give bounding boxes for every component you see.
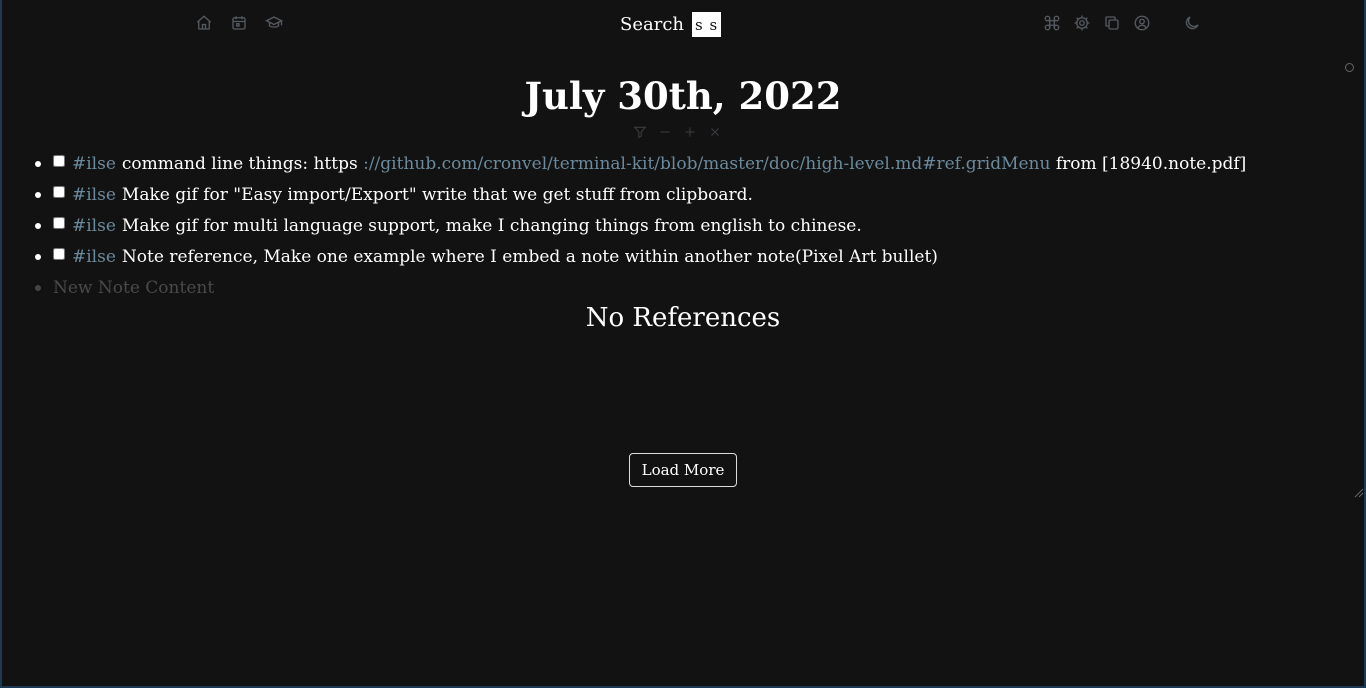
bullet[interactable]	[35, 222, 41, 229]
command-icon[interactable]	[1041, 12, 1063, 34]
tag-link[interactable]: #ilse	[72, 185, 116, 205]
list-item: #ilse Make gif for multi language suppor…	[30, 210, 1350, 241]
note-text[interactable]: Note reference, Make one example where I…	[122, 247, 938, 267]
bullet[interactable]	[35, 191, 41, 198]
minus-icon[interactable]	[657, 124, 673, 140]
bullet[interactable]	[35, 253, 41, 260]
close-icon[interactable]	[707, 124, 723, 140]
new-note-input[interactable]: New Note Content	[53, 278, 214, 298]
filter-icon[interactable]	[632, 124, 648, 140]
status-dot	[1345, 63, 1354, 72]
tag-link[interactable]: #ilse	[72, 247, 116, 267]
list-item: #ilse command line things: https ://gith…	[30, 148, 1350, 179]
url-link[interactable]: ://github.com/cronvel/terminal-kit/blob/…	[363, 154, 1050, 174]
bullet[interactable]	[35, 160, 41, 167]
note-text[interactable]: Make gif for "Easy import/Export" write …	[122, 185, 753, 205]
todo-checkbox[interactable]	[53, 247, 65, 260]
references-heading: No References	[585, 303, 781, 333]
search-input[interactable]	[692, 12, 721, 37]
home-icon[interactable]	[193, 12, 215, 34]
search-label: Search	[620, 14, 684, 35]
graduation-cap-icon[interactable]	[263, 12, 285, 34]
note-list: #ilse command line things: https ://gith…	[30, 148, 1350, 303]
load-more-button[interactable]: Load More	[629, 453, 737, 487]
top-bar: Search	[0, 0, 1366, 50]
todo-checkbox[interactable]	[53, 185, 65, 198]
tag-link[interactable]: #ilse	[72, 216, 116, 236]
list-item: #ilse Make gif for "Easy import/Export" …	[30, 179, 1350, 210]
tag-link[interactable]: #ilse	[72, 154, 116, 174]
title-toolbar	[632, 123, 723, 141]
moon-icon[interactable]	[1181, 12, 1203, 34]
todo-checkbox[interactable]	[53, 154, 65, 167]
new-note-item: New Note Content	[30, 272, 1350, 303]
note-text[interactable]: command line things: https	[122, 154, 363, 174]
resize-grip-icon[interactable]	[1352, 486, 1364, 498]
note-text-suffix[interactable]: from [18940.note.pdf]	[1050, 154, 1246, 174]
gear-icon[interactable]	[1071, 12, 1093, 34]
todo-checkbox[interactable]	[53, 216, 65, 229]
user-circle-icon[interactable]	[1131, 12, 1153, 34]
list-item: #ilse Note reference, Make one example w…	[30, 241, 1350, 272]
copy-icon[interactable]	[1101, 12, 1123, 34]
note-text[interactable]: Make gif for multi language support, mak…	[122, 216, 862, 236]
calendar-icon[interactable]	[228, 12, 250, 34]
plus-icon[interactable]	[682, 124, 698, 140]
bullet	[35, 284, 41, 291]
page-title: July 30th, 2022	[524, 74, 842, 118]
